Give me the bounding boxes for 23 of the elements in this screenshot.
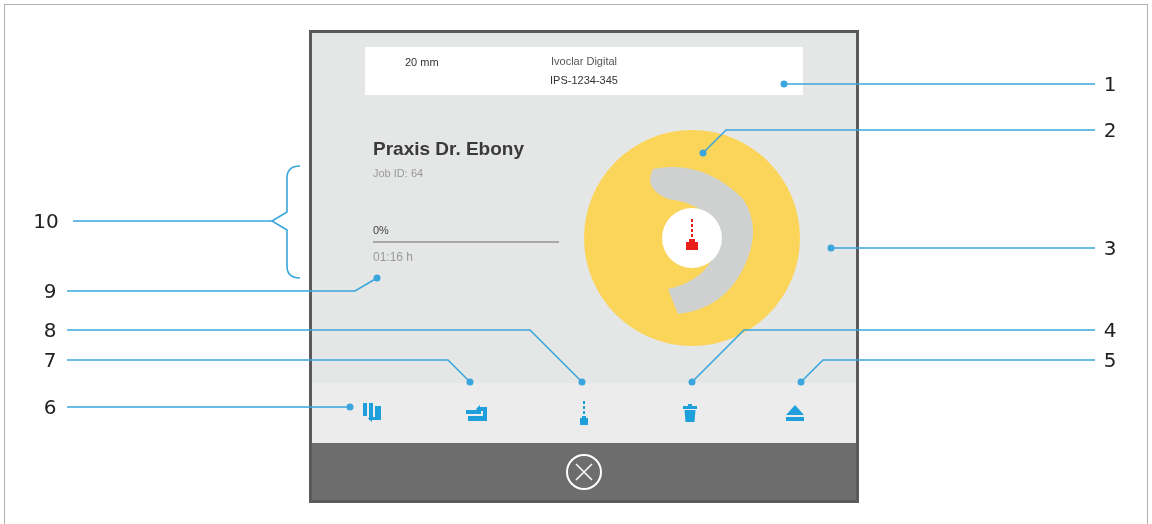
close-button[interactable] [566, 453, 602, 490]
callout-number: 8 [42, 318, 58, 342]
job-id-label: Job ID: 64 [373, 166, 425, 181]
columns-arrow-icon [361, 403, 384, 423]
callout-number: 7 [42, 348, 58, 372]
customer-name: Praxis Dr. Ebony [373, 137, 525, 161]
callout-number: 1 [1102, 72, 1118, 96]
eject-icon [785, 405, 806, 421]
callout-number: 3 [1102, 236, 1118, 260]
trash-icon [682, 404, 697, 422]
callout-number: 5 [1102, 348, 1118, 372]
callout-number: 4 [1102, 318, 1118, 342]
close-icon [575, 462, 593, 481]
manufacturer-label: Ivoclar Digital [551, 54, 617, 69]
thickness-label: 20 mm [405, 55, 439, 70]
callout-number: 6 [42, 395, 58, 419]
part-number-label: IPS-1234-345 [550, 73, 618, 88]
callout-number: 2 [1102, 118, 1118, 142]
callout-number: 9 [42, 279, 58, 303]
progress-percent: 0% [373, 222, 390, 238]
callout-number: 10 [32, 209, 60, 233]
remaining-time: 01:16 h [373, 249, 415, 266]
drill-tool-icon [579, 401, 589, 425]
